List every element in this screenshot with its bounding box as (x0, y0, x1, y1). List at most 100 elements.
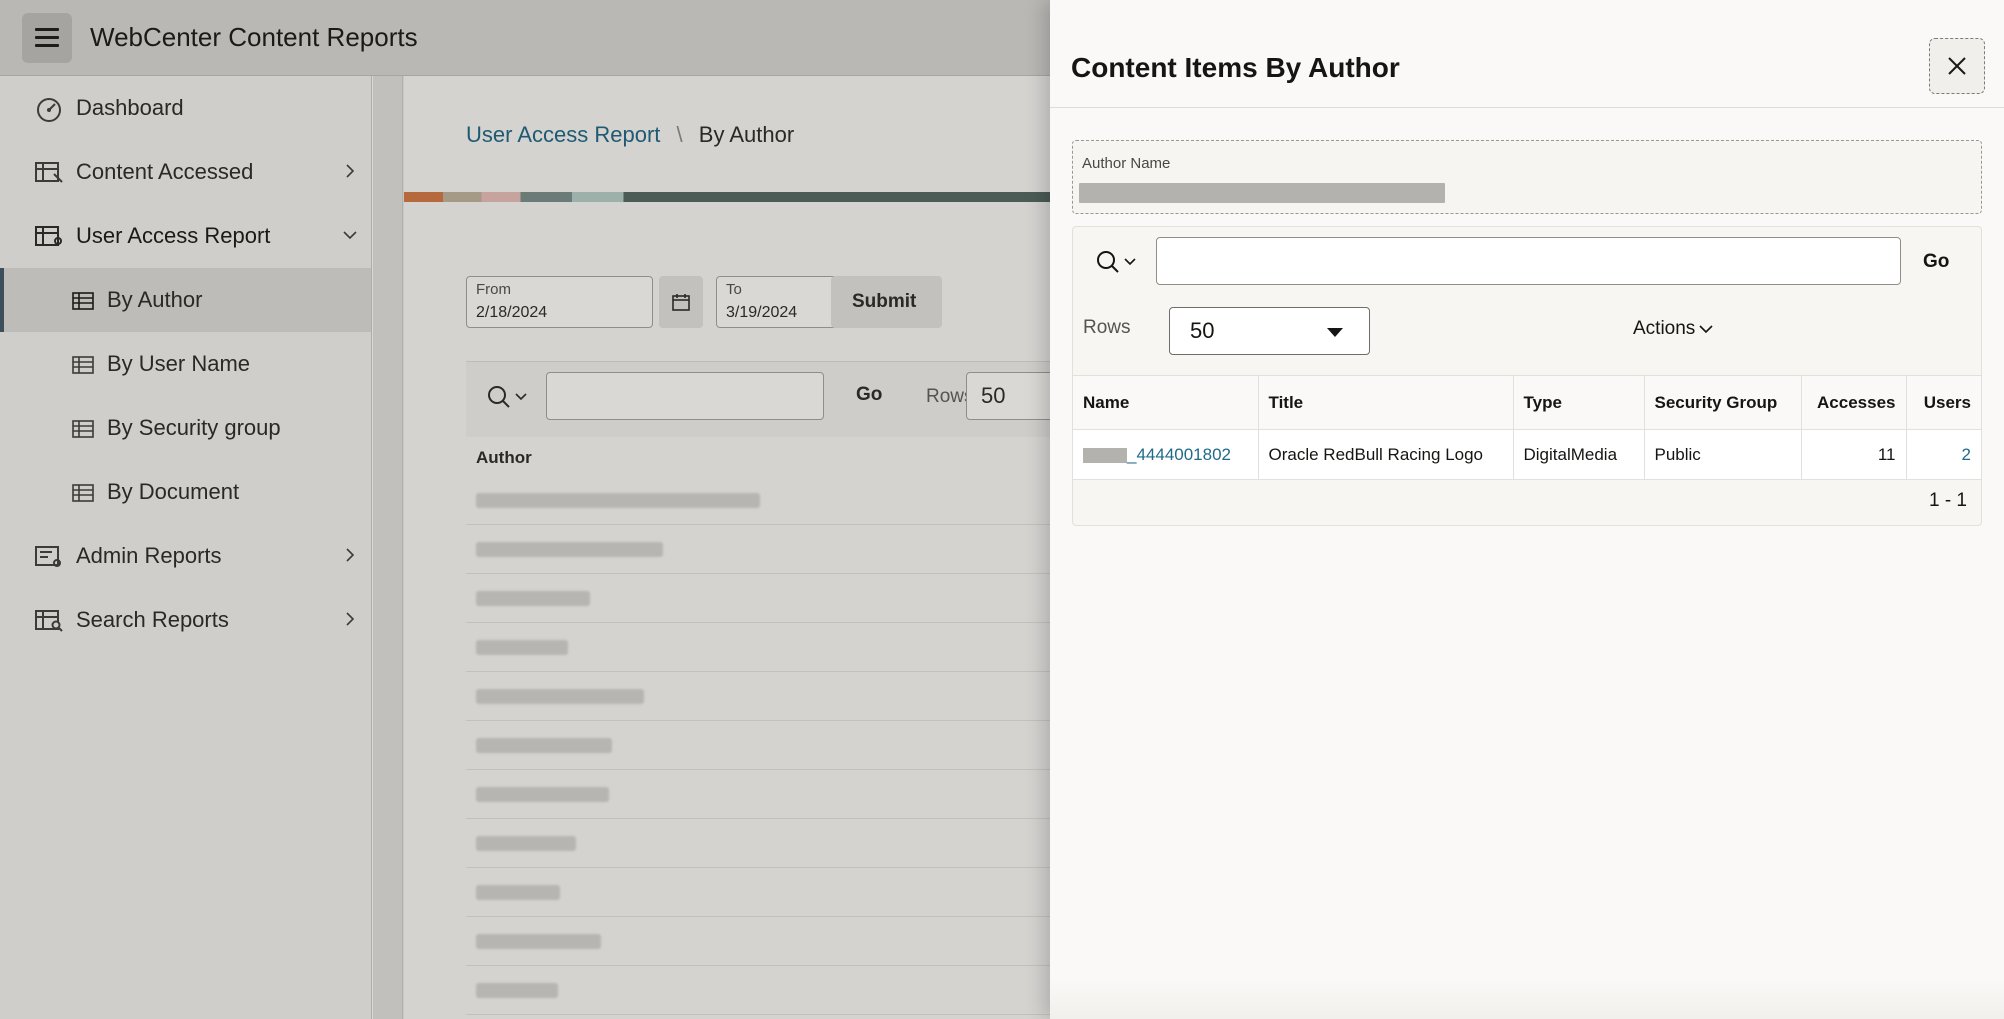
sidebar-item-label: By Security group (107, 415, 281, 440)
sidebar-item-dashboard[interactable]: Dashboard (0, 76, 371, 140)
rows-select[interactable]: 50 (966, 372, 1056, 420)
search-report-icon (35, 610, 63, 632)
redacted-text (476, 738, 612, 753)
gauge-icon (37, 98, 61, 122)
to-value: 3/19/2024 (726, 304, 798, 321)
redacted-text (476, 640, 568, 655)
column-header-security-group[interactable]: Security Group (1644, 375, 1802, 430)
rows-select-value: 50 (1190, 318, 1215, 343)
scroll-gutter (373, 76, 403, 1019)
sidebar-item-content-accessed[interactable]: Content Accessed (0, 140, 371, 204)
cell-type: DigitalMedia (1513, 429, 1645, 480)
redacted-text (476, 934, 601, 949)
sidebar-item-by-document[interactable]: By Document (0, 460, 371, 524)
app-header: WebCenter Content Reports (0, 0, 1050, 76)
sidebar-item-admin-reports[interactable]: Admin Reports (0, 524, 371, 588)
table-row[interactable] (466, 525, 1050, 574)
table-row[interactable] (466, 917, 1050, 966)
rows-select[interactable]: 50 (1169, 307, 1370, 355)
table-row: _4444001802 Oracle RedBull Racing Logo D… (1073, 429, 1981, 480)
breadcrumb-link[interactable]: User Access Report (466, 122, 660, 147)
admin-report-icon (35, 546, 61, 567)
sidebar: Dashboard Content Accessed User Access R… (0, 76, 372, 1019)
go-button[interactable]: Go (856, 384, 882, 406)
cell-security-group: Public (1644, 429, 1802, 480)
cell-title: Oracle RedBull Racing Logo (1258, 429, 1514, 480)
chevron-down-icon (1699, 325, 1713, 334)
content-name-link[interactable]: _4444001802 (1127, 445, 1231, 464)
sidebar-item-label: By Author (107, 287, 203, 312)
table-icon (72, 484, 94, 502)
actions-label: Actions (1633, 318, 1696, 339)
column-header-type[interactable]: Type (1513, 375, 1645, 430)
submit-button[interactable]: Submit (831, 276, 931, 328)
table-row[interactable] (466, 868, 1050, 917)
sidebar-item-label: Search Reports (76, 607, 229, 632)
main-region: User Access Report \ By Author From 2/18… (373, 76, 1056, 1019)
author-name-value-redacted (1079, 183, 1445, 203)
cell-users: 2 (1906, 429, 1981, 480)
sidebar-item-user-access-report[interactable]: User Access Report (0, 204, 371, 268)
to-label: To (726, 281, 742, 298)
sidebar-item-label: User Access Report (76, 223, 271, 248)
sidebar-item-label: Content Accessed (76, 159, 254, 184)
table-row[interactable] (466, 770, 1050, 819)
breadcrumb-separator: \ (676, 122, 683, 147)
report-page: User Access Report \ By Author From 2/18… (404, 76, 1056, 1019)
sidebar-item-label: Dashboard (76, 95, 184, 120)
table-row[interactable] (466, 819, 1050, 868)
from-label: From (476, 281, 511, 298)
redacted-text (476, 885, 560, 900)
go-button[interactable]: Go (1923, 251, 1949, 273)
author-name-field: Author Name (1072, 140, 1982, 214)
from-date-field[interactable]: From 2/18/2024 (466, 276, 653, 328)
sidebar-item-by-author[interactable]: By Author (0, 268, 371, 332)
hamburger-menu-button[interactable] (22, 12, 72, 63)
calendar-icon (672, 294, 690, 311)
drawer-title: Content Items By Author (1071, 52, 1400, 83)
caret-down-icon (1327, 328, 1343, 337)
search-input[interactable] (1156, 237, 1901, 285)
chevron-right-icon (346, 164, 355, 178)
table-row[interactable] (466, 966, 1050, 1015)
column-header-name[interactable]: Name (1073, 375, 1259, 430)
table-row[interactable] (466, 574, 1050, 623)
table-icon (72, 420, 94, 438)
table-row[interactable] (466, 672, 1050, 721)
redacted-text (476, 493, 760, 508)
users-count-link[interactable]: 2 (1962, 445, 1971, 464)
drawer-header: Content Items By Author (1050, 0, 2004, 108)
content-items-report: Go Rows 50 Actions Name Title Type Secur… (1072, 226, 1982, 526)
column-header-title[interactable]: Title (1258, 375, 1514, 430)
pagination-range: 1 - 1 (1928, 490, 1967, 511)
column-header-author[interactable]: Author (476, 448, 532, 468)
app-title: WebCenter Content Reports (90, 22, 418, 52)
sidebar-item-label: By Document (107, 479, 240, 504)
table-row[interactable] (466, 721, 1050, 770)
table-icon (72, 356, 94, 374)
search-input[interactable] (546, 372, 824, 420)
chevron-down-icon (343, 231, 357, 240)
sidebar-item-label: Admin Reports (76, 543, 222, 568)
sidebar-item-search-reports[interactable]: Search Reports (0, 588, 371, 652)
cell-name[interactable]: _4444001802 (1073, 429, 1259, 480)
drawer-bottom-shade (1050, 979, 2004, 1019)
table-row[interactable] (466, 623, 1050, 672)
close-button[interactable] (1929, 38, 1985, 94)
redacted-text (476, 542, 663, 557)
author-list (466, 476, 1050, 1015)
column-header-users[interactable]: Users (1906, 375, 1981, 430)
from-value: 2/18/2024 (476, 304, 548, 321)
sidebar-item-by-user-name[interactable]: By User Name (0, 332, 371, 396)
sidebar-item-label: By User Name (107, 351, 251, 376)
table-row[interactable] (466, 476, 1050, 525)
user-table-icon (35, 226, 62, 246)
redacted-text (476, 836, 576, 851)
search-icon[interactable] (1095, 249, 1139, 275)
rows-label: Rows (1083, 317, 1131, 338)
column-header-accesses[interactable]: Accesses (1801, 375, 1907, 430)
from-calendar-button[interactable] (659, 276, 703, 328)
actions-menu-button[interactable]: Actions (1633, 318, 1713, 340)
search-icon[interactable] (486, 384, 530, 410)
sidebar-item-by-security-group[interactable]: By Security group (0, 396, 371, 460)
